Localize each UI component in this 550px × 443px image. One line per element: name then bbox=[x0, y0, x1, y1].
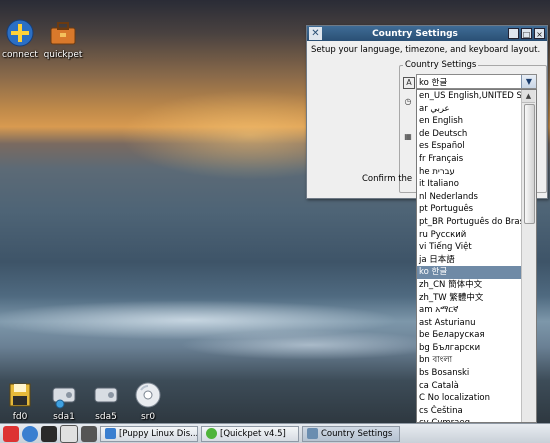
scroll-thumb[interactable] bbox=[524, 104, 535, 224]
window-titlebar[interactable]: ✕ Country Settings _ □ × bbox=[307, 26, 547, 41]
sda5-desktop-icon[interactable]: sda5 bbox=[82, 380, 130, 422]
keyboard-icon: ▦ bbox=[404, 132, 412, 141]
language-option[interactable]: ast Asturianu bbox=[417, 317, 523, 330]
language-option[interactable]: cs Čeština bbox=[417, 405, 523, 418]
connect-desktop-icon[interactable]: connect bbox=[0, 18, 44, 60]
language-option[interactable]: es Español bbox=[417, 140, 523, 153]
language-option[interactable]: zh_CN 簡体中文 bbox=[417, 279, 523, 292]
language-dropdown-list[interactable]: en_US English,UNITED STATESar عربيen Eng… bbox=[416, 89, 537, 423]
hard-drive-icon bbox=[91, 380, 121, 410]
toolbox-icon bbox=[48, 18, 78, 48]
files-icon[interactable] bbox=[60, 424, 78, 443]
sda1-desktop-icon[interactable]: sda1 bbox=[40, 380, 88, 422]
menu-icon[interactable] bbox=[3, 425, 19, 442]
terminal-icon[interactable] bbox=[41, 425, 57, 442]
window-subtitle: Setup your language, timezone, and keybo… bbox=[311, 45, 541, 55]
language-option[interactable]: bs Bosanski bbox=[417, 367, 523, 380]
task-label: [Quickpet v4.5] bbox=[220, 428, 286, 439]
language-option[interactable]: en_US English,UNITED STATES bbox=[417, 90, 523, 103]
language-option[interactable]: en English bbox=[417, 115, 523, 128]
connect-icon bbox=[5, 18, 35, 48]
language-option[interactable]: de Deutsch bbox=[417, 128, 523, 141]
hard-drive-icon bbox=[49, 380, 79, 410]
sda1-label: sda1 bbox=[53, 412, 75, 422]
language-option[interactable]: ca Català bbox=[417, 380, 523, 393]
close-button[interactable]: × bbox=[534, 28, 545, 39]
tools-icon bbox=[307, 428, 318, 439]
wave-foam-2 bbox=[180, 330, 440, 360]
browser-icon[interactable] bbox=[22, 425, 38, 442]
language-option[interactable]: pt_BR Português do Brasil bbox=[417, 216, 523, 229]
window-title: Country Settings bbox=[372, 28, 458, 39]
taskbar-task[interactable]: Country Settings bbox=[302, 425, 400, 442]
language-option[interactable]: nl Nederlands bbox=[417, 191, 523, 204]
language-icon: A bbox=[403, 77, 415, 89]
clock-icon: ◷ bbox=[404, 97, 412, 106]
quickpet-desktop-icon[interactable]: quickpet bbox=[39, 18, 87, 60]
connect-label: connect bbox=[2, 50, 38, 60]
tools-icon[interactable]: ✕ bbox=[309, 27, 322, 40]
dropdown-scrollbar[interactable]: ▲ bbox=[521, 90, 536, 422]
language-option[interactable]: zh_TW 繁體中文 bbox=[417, 292, 523, 305]
sr0-desktop-icon[interactable]: sr0 bbox=[124, 380, 172, 422]
language-option[interactable]: bg Български bbox=[417, 342, 523, 355]
language-option[interactable]: bn বাংলা bbox=[417, 354, 523, 367]
language-option[interactable]: am አማርኛ bbox=[417, 304, 523, 317]
language-combo-value: ko 한글 bbox=[419, 78, 448, 88]
maximize-button[interactable]: □ bbox=[521, 28, 532, 39]
language-option[interactable]: ko 한글 bbox=[417, 266, 523, 279]
scroll-up-icon[interactable]: ▲ bbox=[522, 90, 535, 103]
group-label: Country Settings bbox=[403, 60, 479, 70]
taskbar-task[interactable]: [Puppy Linux Dis... bbox=[100, 425, 198, 442]
language-option[interactable]: he עברית bbox=[417, 166, 523, 179]
language-option[interactable]: C No localization bbox=[417, 392, 523, 405]
language-combo[interactable]: ko 한글 ▼ bbox=[416, 74, 537, 89]
sr0-label: sr0 bbox=[140, 412, 156, 422]
minimize-button[interactable]: _ bbox=[508, 28, 519, 39]
taskbar-task[interactable]: [Quickpet v4.5] bbox=[201, 425, 299, 442]
quickpet-label: quickpet bbox=[43, 50, 83, 60]
show-desktop-icon[interactable] bbox=[81, 425, 97, 442]
window-icon bbox=[105, 428, 116, 439]
language-option[interactable]: pt Português bbox=[417, 203, 523, 216]
sda5-label: sda5 bbox=[95, 412, 117, 422]
language-option[interactable]: ja 日本語 bbox=[417, 254, 523, 267]
floppy-drive-icon bbox=[5, 380, 35, 410]
fd0-label: fd0 bbox=[12, 412, 28, 422]
taskbar: [Puppy Linux Dis... [Quickpet v4.5] Coun… bbox=[0, 423, 550, 443]
language-option[interactable]: vi Tiếng Việt bbox=[417, 241, 523, 254]
task-label: Country Settings bbox=[321, 428, 393, 439]
task-label: [Puppy Linux Dis... bbox=[119, 428, 198, 439]
language-option[interactable]: it Italiano bbox=[417, 178, 523, 191]
language-option[interactable]: ar عربي bbox=[417, 103, 523, 116]
language-option[interactable]: be Беларуская bbox=[417, 329, 523, 342]
language-option[interactable]: ru Русский bbox=[417, 229, 523, 242]
language-option[interactable]: fr Français bbox=[417, 153, 523, 166]
optical-disc-icon bbox=[133, 380, 163, 410]
window-icon bbox=[206, 428, 217, 439]
chevron-down-icon[interactable]: ▼ bbox=[521, 75, 536, 88]
language-options: en_US English,UNITED STATESar عربيen Eng… bbox=[417, 90, 536, 422]
fd0-desktop-icon[interactable]: fd0 bbox=[0, 380, 44, 422]
confirm-text: Confirm the bbox=[362, 174, 413, 184]
